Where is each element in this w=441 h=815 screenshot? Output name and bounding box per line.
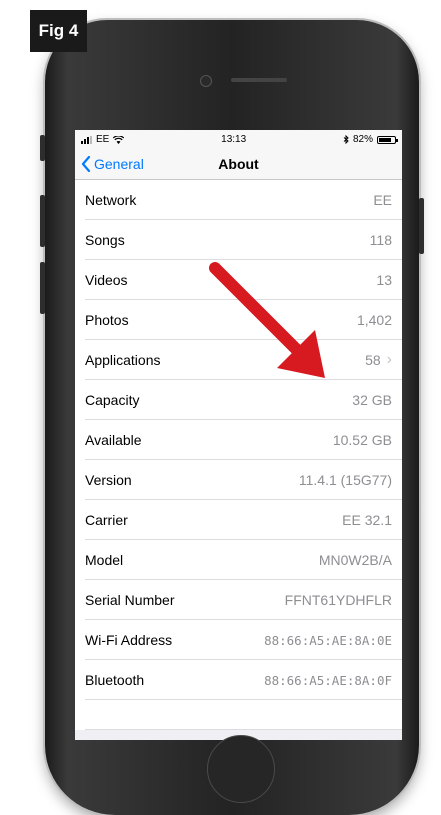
list-item-version: Version 11.4.1 (15G77) (75, 460, 402, 500)
earpiece-speaker (231, 78, 287, 82)
list-item-capacity: Capacity 32 GB (75, 380, 402, 420)
row-value: MN0W2B/A (318, 552, 392, 568)
battery-icon (376, 135, 398, 144)
list-item-serial-number: Serial Number FFNT61YDHFLR (75, 580, 402, 620)
row-value: 58 (365, 352, 381, 368)
bluetooth-icon (343, 135, 349, 144)
chevron-right-icon: › (386, 351, 392, 368)
list-item-model: Model MN0W2B/A (75, 540, 402, 580)
list-item-network: Network EE (75, 180, 402, 220)
row-value: 10.52 GB (332, 432, 392, 448)
row-label: Capacity (85, 392, 140, 408)
row-label: Network (85, 192, 137, 208)
row-value: EE (373, 192, 392, 208)
home-button[interactable] (207, 735, 275, 803)
row-value-group: 58 › (365, 351, 392, 369)
wifi-icon (113, 135, 125, 144)
list-item-available: Available 10.52 GB (75, 420, 402, 460)
volume-up-button (40, 195, 45, 247)
iphone-device: EE 13:13 82% General About Network EE So… (40, 20, 424, 815)
about-list: Network EE Songs 118 Videos 13 Photos 1,… (75, 180, 402, 730)
row-label: Wi-Fi Address (85, 632, 173, 648)
row-value: 32 GB (352, 392, 392, 408)
row-value: 88:66:A5:AE:8A:0F (264, 672, 392, 688)
row-value: 88:66:A5:AE:8A:0E (264, 632, 392, 648)
list-item-wifi-address: Wi-Fi Address 88:66:A5:AE:8A:0E (75, 620, 402, 660)
row-value: 118 (369, 232, 392, 248)
row-value: 1,402 (356, 312, 392, 328)
phone-screen: EE 13:13 82% General About Network EE So… (75, 130, 402, 740)
chevron-left-icon (81, 156, 91, 172)
row-label: Bluetooth (85, 672, 145, 688)
row-label: Songs (85, 232, 125, 248)
list-item-videos: Videos 13 (75, 260, 402, 300)
row-label: Available (85, 432, 142, 448)
row-label: Version (85, 472, 132, 488)
list-item-carrier: Carrier EE 32.1 (75, 500, 402, 540)
mute-switch (40, 135, 45, 161)
navigation-bar: General About (75, 149, 402, 180)
status-bar-right: 82% (343, 134, 398, 145)
volume-down-button (40, 262, 45, 314)
front-camera (200, 75, 212, 87)
status-bar-left: EE (81, 134, 125, 145)
row-label: Applications (85, 352, 161, 368)
signal-icon (81, 135, 92, 144)
row-label: Videos (85, 272, 128, 288)
carrier-label: EE (96, 134, 110, 145)
list-item-partial (75, 700, 402, 730)
row-value: FFNT61YDHFLR (284, 592, 392, 608)
list-item-applications[interactable]: Applications 58 › (75, 340, 402, 380)
list-item-bluetooth: Bluetooth 88:66:A5:AE:8A:0F (75, 660, 402, 700)
row-value: EE 32.1 (342, 512, 392, 528)
status-time: 13:13 (221, 134, 247, 145)
row-label: Model (85, 552, 124, 568)
figure-label: Fig 4 (30, 10, 87, 52)
list-item-songs: Songs 118 (75, 220, 402, 260)
power-button (419, 198, 424, 254)
row-label: Serial Number (85, 592, 175, 608)
row-label: Photos (85, 312, 129, 328)
row-value: 11.4.1 (15G77) (298, 472, 392, 488)
back-button-general[interactable]: General (75, 156, 144, 172)
back-button-label: General (94, 156, 144, 172)
status-bar: EE 13:13 82% (75, 130, 402, 149)
list-item-photos: Photos 1,402 (75, 300, 402, 340)
row-label: Carrier (85, 512, 128, 528)
row-value: 13 (376, 272, 392, 288)
battery-percent: 82% (352, 134, 373, 145)
